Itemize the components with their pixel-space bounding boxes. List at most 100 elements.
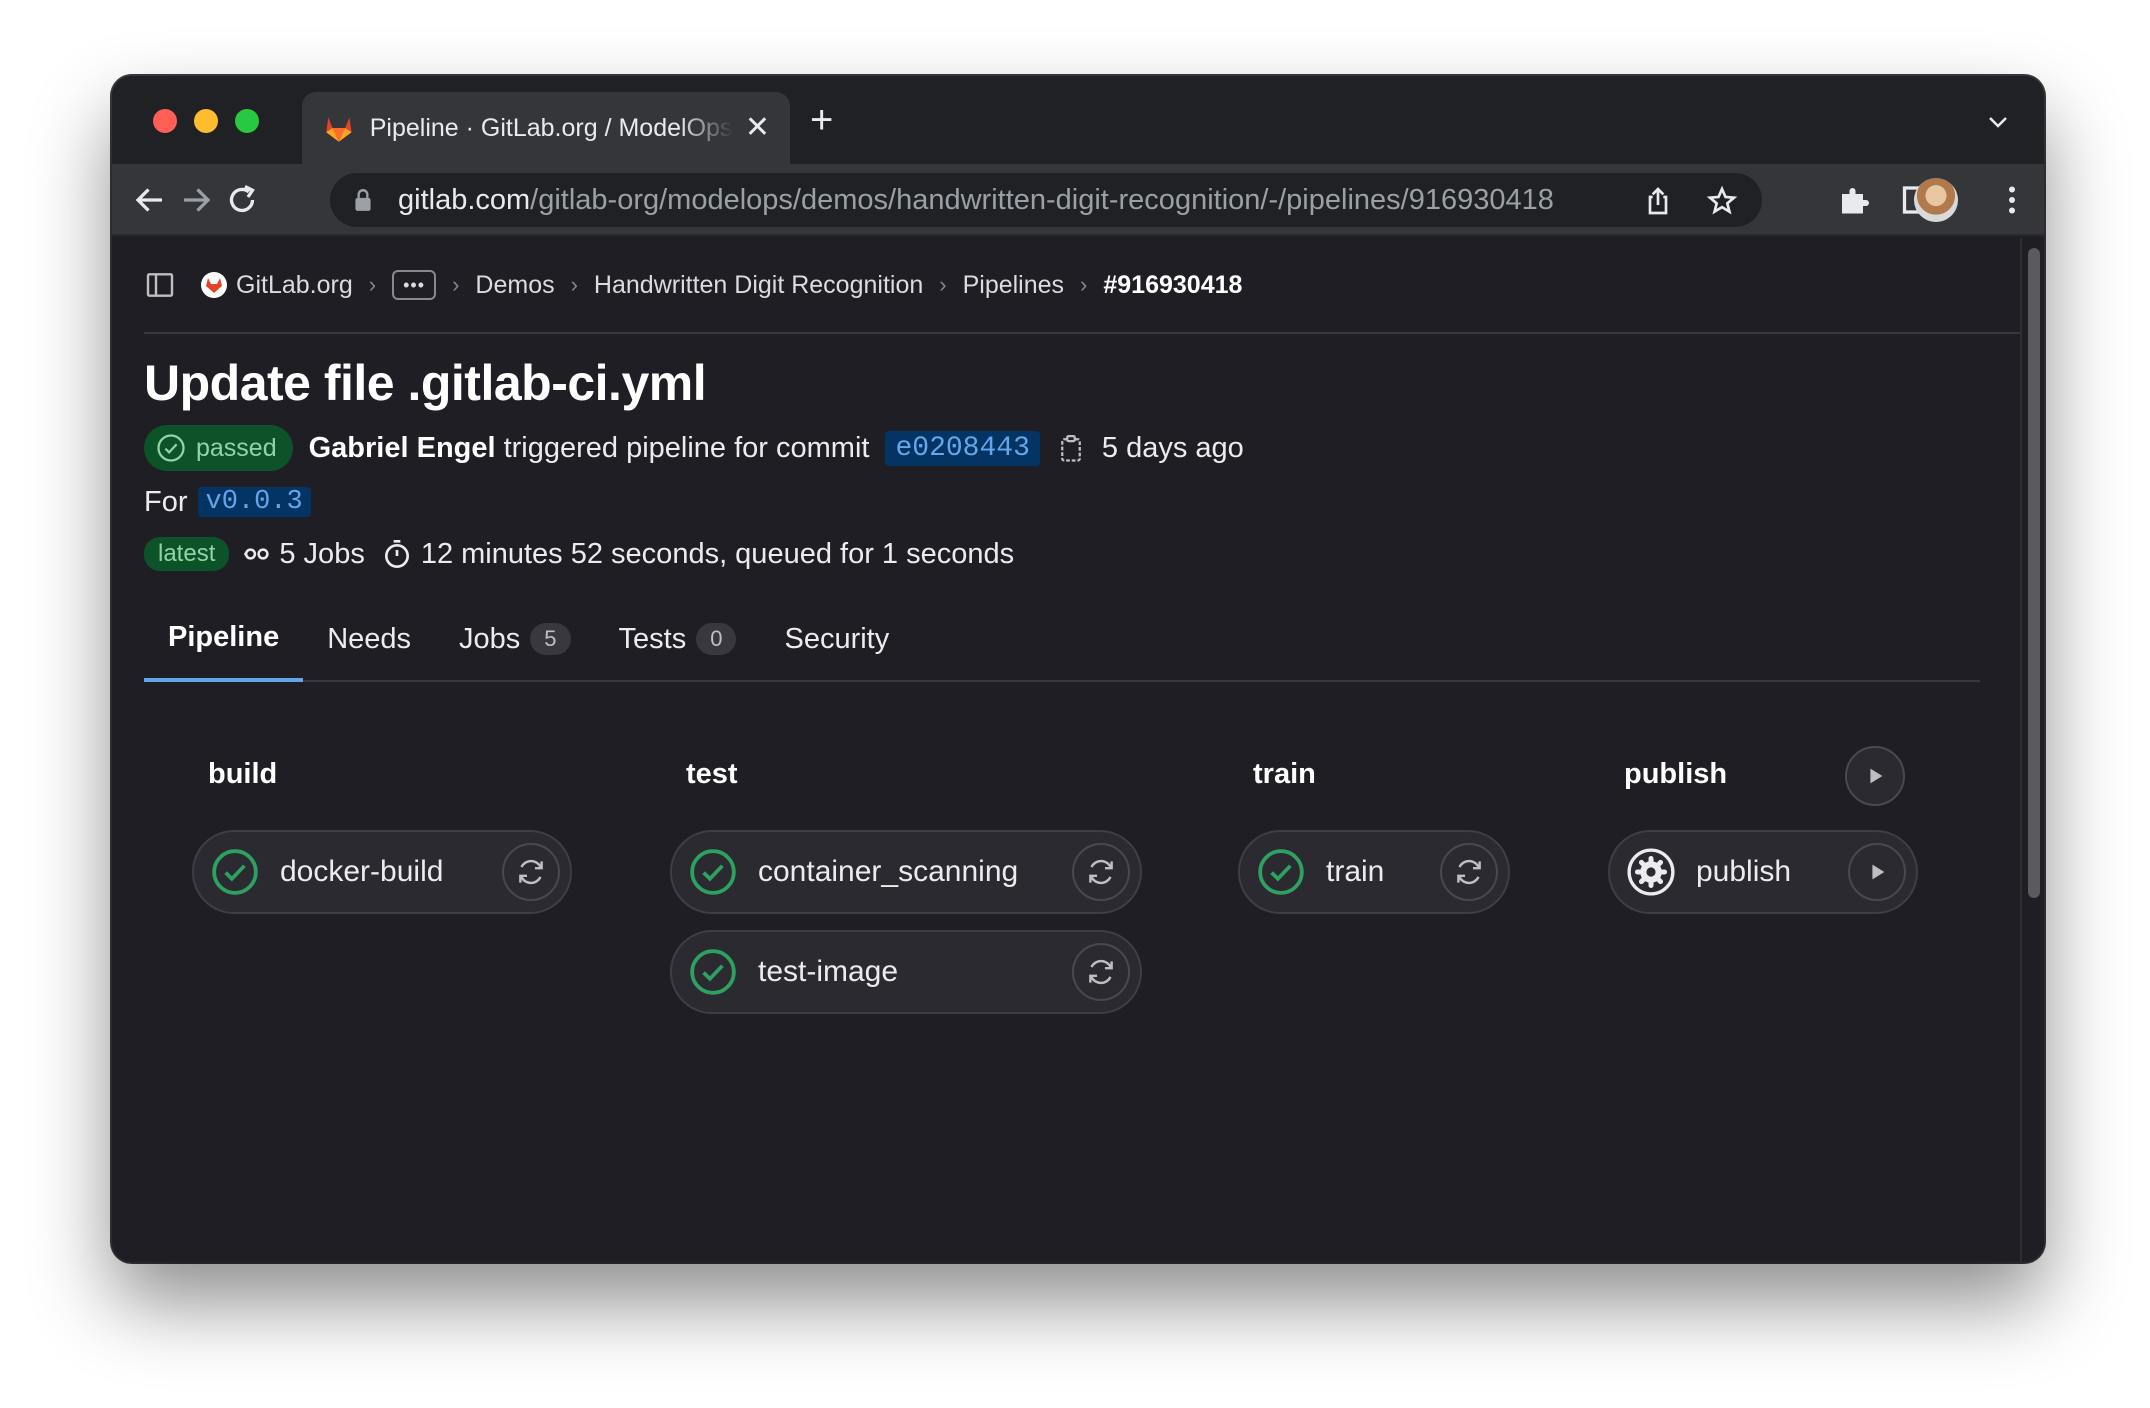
extensions-puzzle-icon[interactable] bbox=[1836, 182, 1872, 218]
chevron-down-icon[interactable] bbox=[1986, 110, 2010, 134]
breadcrumb-pipelines[interactable]: Pipelines bbox=[963, 271, 1064, 300]
success-status-icon bbox=[212, 849, 258, 895]
retry-icon bbox=[519, 859, 543, 885]
tab-needs-label: Needs bbox=[327, 622, 412, 655]
scrollbar-thumb[interactable] bbox=[2028, 248, 2040, 898]
job-name: container_scanning bbox=[758, 855, 1019, 888]
more-vertical-icon[interactable] bbox=[1994, 182, 2030, 218]
chevron-right-icon: › bbox=[1080, 272, 1088, 297]
status-badge[interactable]: passed bbox=[144, 425, 293, 471]
pipeline-stats: latest 5 Jobs 12 minutes 52 seconds, que… bbox=[144, 534, 1014, 574]
breadcrumb-more-button[interactable]: ••• bbox=[392, 270, 437, 300]
chevron-right-icon: › bbox=[368, 272, 377, 297]
gitlab-org-avatar-icon bbox=[201, 272, 227, 298]
breadcrumb-demos[interactable]: Demos bbox=[475, 271, 554, 300]
browser-toolbar: gitlab.com/gitlab-org/modelops/demos/han… bbox=[112, 164, 2044, 236]
job-test-image[interactable]: test-image bbox=[670, 930, 1142, 1014]
retry-icon bbox=[1089, 859, 1113, 885]
stage-title-publish: publish bbox=[1624, 758, 1728, 790]
tab-tests-count: 0 bbox=[696, 623, 737, 655]
breadcrumb-project[interactable]: Handwritten Digit Recognition bbox=[594, 271, 923, 300]
play-job-button[interactable] bbox=[1848, 843, 1906, 901]
address-bar[interactable]: gitlab.com/gitlab-org/modelops/demos/han… bbox=[330, 173, 1762, 227]
breadcrumb-org[interactable]: GitLab.org bbox=[236, 271, 353, 300]
gitlab-logo-icon bbox=[326, 117, 352, 142]
time-ago: 5 days ago bbox=[1101, 431, 1244, 464]
retry-button[interactable] bbox=[1440, 843, 1498, 901]
job-name: publish bbox=[1696, 855, 1792, 888]
tab-security-label: Security bbox=[784, 622, 890, 655]
job-name: test-image bbox=[758, 955, 899, 988]
close-tab-icon[interactable]: ✕ bbox=[745, 113, 770, 143]
tab-strip: Pipeline · GitLab.org / ModelOps ✕ + bbox=[112, 76, 2044, 164]
status-label: passed bbox=[196, 433, 277, 462]
timer-icon bbox=[384, 540, 409, 568]
commit-sha-link[interactable]: e0208443 bbox=[885, 430, 1040, 466]
latest-badge: latest bbox=[144, 537, 230, 571]
copy-clipboard-icon[interactable] bbox=[1056, 433, 1086, 463]
retry-button[interactable] bbox=[1072, 943, 1130, 1001]
retry-button[interactable] bbox=[502, 843, 560, 901]
tab-tests[interactable]: Tests 0 bbox=[595, 596, 761, 682]
retry-icon bbox=[1457, 859, 1481, 885]
url-text: gitlab.com/gitlab-org/modelops/demos/han… bbox=[398, 183, 1554, 216]
chevron-right-icon: › bbox=[939, 272, 947, 297]
tab-jobs[interactable]: Jobs 5 bbox=[435, 596, 595, 682]
job-publish[interactable]: publish bbox=[1608, 830, 1918, 914]
success-status-icon bbox=[690, 849, 736, 895]
job-name: train bbox=[1326, 855, 1385, 888]
breadcrumb-current[interactable]: #916930418 bbox=[1103, 271, 1242, 300]
stage-play-all-button[interactable] bbox=[1845, 746, 1905, 806]
success-status-icon bbox=[690, 949, 736, 995]
share-icon[interactable] bbox=[1642, 185, 1674, 217]
tab-title: Pipeline · GitLab.org / ModelOps bbox=[369, 113, 733, 142]
job-container-scanning[interactable]: container_scanning bbox=[670, 830, 1142, 914]
tab-pipeline[interactable]: Pipeline bbox=[144, 596, 304, 682]
gitlab-page: GitLab.org › ••• › Demos › Handwritten D… bbox=[112, 238, 2020, 1262]
reload-icon[interactable] bbox=[224, 182, 260, 218]
job-train[interactable]: train bbox=[1238, 830, 1510, 914]
retry-button[interactable] bbox=[1072, 843, 1130, 901]
chevron-right-icon: › bbox=[570, 272, 578, 297]
breadcrumb: GitLab.org › ••• › Demos › Handwritten D… bbox=[144, 238, 2020, 334]
job-name: docker-build bbox=[280, 855, 444, 888]
page-title: Update file .gitlab-ci.yml bbox=[144, 355, 707, 411]
sidebar-toggle-icon[interactable] bbox=[144, 269, 176, 301]
duration: 12 minutes 52 seconds, queued for 1 seco… bbox=[420, 537, 1015, 570]
forward-arrow-icon[interactable] bbox=[178, 182, 214, 218]
ref-link[interactable]: v0.0.3 bbox=[197, 487, 311, 517]
new-tab-button[interactable]: + bbox=[810, 100, 833, 140]
pipeline-jobs-icon bbox=[244, 548, 269, 560]
page-scrollbar[interactable] bbox=[2020, 238, 2044, 1262]
maximize-window-button[interactable] bbox=[235, 109, 259, 133]
job-docker-build[interactable]: docker-build bbox=[192, 830, 572, 914]
play-icon bbox=[1870, 768, 1883, 784]
play-icon bbox=[1872, 864, 1885, 880]
check-circle-icon bbox=[157, 434, 185, 462]
stage-title-train: train bbox=[1253, 758, 1316, 790]
author-name[interactable]: Gabriel Engel bbox=[309, 432, 496, 465]
jobs-count: 5 Jobs bbox=[279, 537, 365, 570]
tab-tests-label: Tests bbox=[618, 622, 687, 655]
pipeline-ref-info: For v0.0.3 bbox=[144, 482, 311, 522]
pipeline-header-info: passed Gabriel Engel triggered pipeline … bbox=[144, 424, 1244, 472]
chevron-right-icon: › bbox=[452, 272, 460, 297]
retry-icon bbox=[1089, 959, 1113, 985]
for-label: For bbox=[144, 485, 188, 518]
back-arrow-icon[interactable] bbox=[132, 182, 168, 218]
stage-title-test: test bbox=[686, 758, 738, 790]
success-status-icon bbox=[1258, 849, 1304, 895]
browser-tab[interactable]: Pipeline · GitLab.org / ModelOps ✕ bbox=[302, 92, 790, 164]
lock-icon[interactable] bbox=[352, 187, 374, 213]
profile-avatar[interactable] bbox=[1914, 178, 1958, 222]
close-window-button[interactable] bbox=[153, 109, 177, 133]
tab-jobs-label: Jobs bbox=[459, 622, 521, 655]
tab-needs[interactable]: Needs bbox=[303, 596, 435, 682]
action-text: triggered pipeline for commit bbox=[503, 431, 870, 464]
bookmark-star-icon[interactable] bbox=[1706, 185, 1738, 217]
browser-window: Pipeline · GitLab.org / ModelOps ✕ + git… bbox=[112, 76, 2044, 1262]
manual-gear-status-icon bbox=[1627, 848, 1675, 896]
minimize-window-button[interactable] bbox=[194, 109, 218, 133]
tab-security[interactable]: Security bbox=[760, 596, 913, 682]
tab-pipeline-label: Pipeline bbox=[168, 620, 280, 653]
